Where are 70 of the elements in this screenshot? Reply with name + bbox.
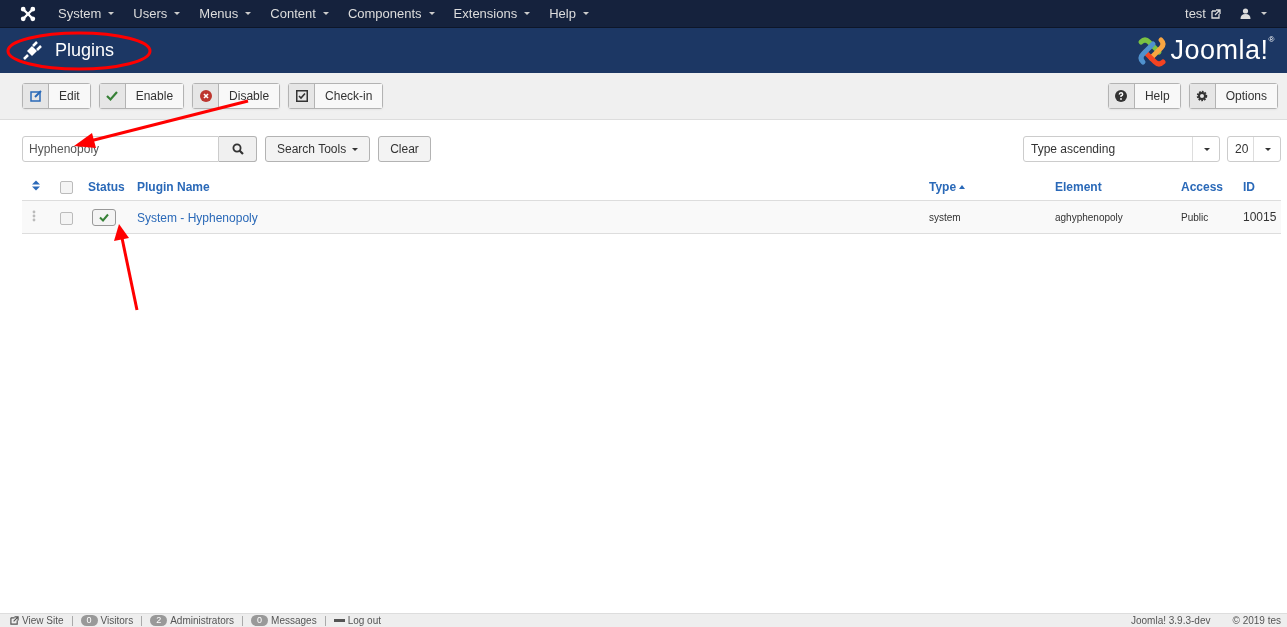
select-all-checkbox[interactable]: [60, 181, 73, 195]
page-title: Plugins: [55, 40, 115, 61]
table-cell: aghyphenopoly: [1055, 200, 1181, 234]
column-header[interactable]: Plugin Name: [137, 180, 210, 194]
settings-icon: [1196, 90, 1209, 102]
toolbar-button[interactable]: Help: [1107, 83, 1181, 109]
count-badge: 2: [150, 615, 168, 626]
toolbar-button[interactable]: Options: [1188, 83, 1278, 109]
count-badge: 0: [251, 615, 269, 626]
checkbox-icon: [295, 90, 308, 102]
plug-icon: [22, 40, 42, 61]
search-field[interactable]: Hyphenopoly: [22, 136, 219, 162]
table-cell: 10015: [1243, 200, 1281, 234]
search-icon: [231, 143, 244, 155]
count-badge: 0: [80, 615, 98, 626]
check-icon: [99, 212, 109, 222]
caret-icon: [174, 12, 181, 15]
menu-item[interactable]: Content: [270, 6, 329, 21]
copyright-text: © 2019 tes: [1232, 615, 1281, 626]
table-cell: Public: [1181, 200, 1243, 234]
check-icon: [106, 90, 119, 102]
ordering-select[interactable]: Type ascending: [1023, 136, 1220, 162]
counter-label[interactable]: Visitors: [100, 615, 134, 626]
row-checkbox[interactable]: [60, 211, 73, 225]
counter-label[interactable]: Administrators: [170, 615, 235, 626]
minus-icon: [333, 619, 345, 622]
plugin-name-link[interactable]: System - Hyphenopoly: [137, 210, 258, 225]
external-link-icon: [1211, 8, 1221, 19]
caret-icon: [1261, 12, 1267, 15]
menu-item[interactable]: System: [58, 6, 115, 21]
caret-icon: [524, 12, 531, 15]
cancel-icon: [199, 90, 212, 102]
column-header[interactable]: Access: [1181, 180, 1224, 194]
toolbar-button[interactable]: Enable: [98, 83, 185, 109]
drag-handle-icon[interactable]: [32, 209, 36, 222]
menu-item[interactable]: Components: [347, 6, 435, 21]
status-toggle[interactable]: [92, 208, 116, 226]
counter-label[interactable]: Messages: [271, 615, 317, 626]
menu-item[interactable]: Extensions: [453, 6, 531, 21]
menu-item[interactable]: Help: [549, 6, 589, 21]
toolbar-button[interactable]: Edit: [22, 83, 91, 109]
column-header[interactable]: Type: [929, 180, 966, 194]
search-button[interactable]: [219, 136, 257, 162]
caret-icon: [108, 12, 115, 15]
sort-icon[interactable]: [32, 180, 40, 191]
caret-icon: [245, 12, 252, 15]
caret-icon: [428, 12, 435, 15]
user-menu[interactable]: [1240, 8, 1267, 19]
search-tools-button[interactable]: Search Tools: [265, 136, 371, 162]
external-link-icon: [10, 616, 19, 625]
user-link[interactable]: test: [1185, 6, 1221, 21]
view-site-link[interactable]: View Site: [10, 615, 64, 626]
column-header[interactable]: Status: [88, 180, 125, 194]
caret-icon: [582, 12, 589, 15]
toolbar-button[interactable]: Disable: [192, 83, 281, 109]
joomla-wordmark: Joomla!$^{®}$: [1170, 35, 1275, 66]
column-header[interactable]: ID: [1243, 180, 1255, 194]
caret-icon: [322, 12, 329, 15]
column-header[interactable]: Element: [1055, 180, 1102, 194]
user-icon: [1240, 8, 1251, 19]
menu-item[interactable]: Menus: [199, 6, 252, 21]
edit-icon: [29, 90, 42, 102]
menu-item[interactable]: Users: [133, 6, 181, 21]
clear-button[interactable]: Clear: [378, 136, 431, 162]
table-cell: system: [929, 200, 1055, 234]
logout-link[interactable]: Log out: [333, 615, 382, 626]
limit-select[interactable]: 20: [1227, 136, 1281, 162]
help-icon: [1115, 90, 1128, 102]
version-text: Joomla! 3.9.3-dev: [1131, 615, 1211, 626]
toolbar-button[interactable]: Check-in: [288, 83, 384, 109]
